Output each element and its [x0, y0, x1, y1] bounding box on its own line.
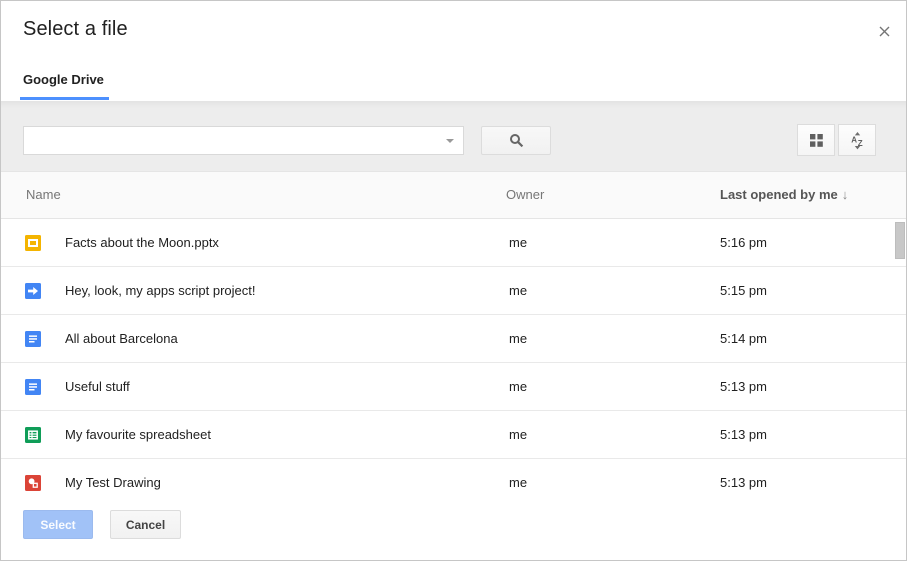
file-last-opened: 5:13 pm [720, 475, 767, 490]
dialog-header: Select a file Google Drive [1, 1, 906, 101]
caret-down-icon[interactable] [446, 139, 454, 143]
file-owner: me [509, 235, 527, 250]
select-button[interactable]: Select [23, 510, 93, 539]
page-title: Select a file [23, 18, 128, 41]
table-row[interactable]: My Test Drawing me 5:13 pm [1, 459, 906, 498]
file-last-opened: 5:14 pm [720, 331, 767, 346]
grid-view-button[interactable] [797, 124, 835, 156]
file-picker-dialog: Select a file Google Drive [0, 0, 907, 561]
file-name: Facts about the Moon.pptx [65, 235, 219, 250]
table-row[interactable]: Useful stuff me 5:13 pm [1, 363, 906, 411]
svg-text:A: A [851, 135, 857, 144]
file-name: Useful stuff [65, 379, 130, 394]
sheets-icon [25, 427, 41, 443]
docs-icon [25, 379, 41, 395]
sort-az-button[interactable]: A Z [838, 124, 876, 156]
table-row[interactable]: Hey, look, my apps script project! me 5:… [1, 267, 906, 315]
file-owner: me [509, 427, 527, 442]
file-owner: me [509, 475, 527, 490]
file-last-opened: 5:15 pm [720, 283, 767, 298]
apps-script-icon [25, 283, 41, 299]
file-name: Hey, look, my apps script project! [65, 283, 256, 298]
file-last-opened: 5:16 pm [720, 235, 767, 250]
drawing-icon [25, 475, 41, 491]
file-list: Facts about the Moon.pptx me 5:16 pm Hey… [1, 219, 906, 498]
file-name: All about Barcelona [65, 331, 178, 346]
docs-icon [25, 331, 41, 347]
file-owner: me [509, 379, 527, 394]
scrollbar-thumb[interactable] [895, 222, 905, 259]
column-header-last-opened[interactable]: Last opened by me↓ [720, 187, 848, 202]
dialog-footer: Select Cancel [1, 496, 906, 560]
table-row[interactable]: Facts about the Moon.pptx me 5:16 pm [1, 219, 906, 267]
tab-google-drive[interactable]: Google Drive [23, 72, 104, 87]
table-row[interactable]: My favourite spreadsheet me 5:13 pm [1, 411, 906, 459]
search-input[interactable] [23, 126, 464, 155]
table-row[interactable]: All about Barcelona me 5:14 pm [1, 315, 906, 363]
close-button[interactable] [874, 21, 894, 41]
column-header-name[interactable]: Name [26, 187, 61, 202]
file-owner: me [509, 283, 527, 298]
file-last-opened: 5:13 pm [720, 379, 767, 394]
file-name: My favourite spreadsheet [65, 427, 211, 442]
file-owner: me [509, 331, 527, 346]
file-last-opened: 5:13 pm [720, 427, 767, 442]
table-header: Name Owner Last opened by me↓ [1, 171, 906, 219]
sort-az-icon: A Z [850, 131, 865, 150]
tab-active-underline [20, 97, 109, 100]
sort-direction-icon: ↓ [842, 187, 849, 202]
slides-icon [25, 235, 41, 251]
close-icon [879, 26, 890, 37]
file-name: My Test Drawing [65, 475, 161, 490]
cancel-button[interactable]: Cancel [110, 510, 181, 539]
column-header-owner[interactable]: Owner [506, 187, 544, 202]
grid-view-icon [810, 134, 823, 147]
search-button[interactable] [481, 126, 551, 155]
magnifier-icon [509, 133, 524, 148]
